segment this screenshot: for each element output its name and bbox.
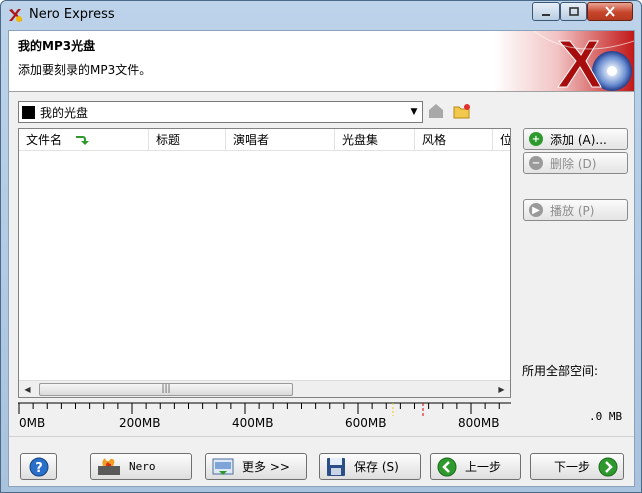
nero-app-icon: [9, 9, 22, 22]
svg-text:?: ?: [35, 461, 43, 476]
title-bar[interactable]: Nero Express: [1, 1, 641, 29]
bottom-toolbar: ? Nero 更多 >> 保存 (S) 上一步 下一步: [9, 436, 634, 486]
column-header-title[interactable]: 标题: [149, 129, 226, 151]
nero-express-window: Nero Express 我的MP3光盘 添加要刻录的MP3文件。 我的光盘 ▼…: [0, 0, 642, 493]
next-button[interactable]: 下一步: [530, 453, 624, 480]
play-icon: ▶: [529, 203, 543, 217]
up-folder-icon[interactable]: [427, 102, 445, 120]
new-folder-icon[interactable]: [453, 102, 471, 120]
column-header-position[interactable]: 位: [493, 129, 510, 151]
add-button[interactable]: + 添加 (A)...: [523, 128, 628, 150]
horizontal-scrollbar[interactable]: ◀ ||| ▶: [19, 380, 510, 397]
wizard-client-area: 我的MP3光盘 添加要刻录的MP3文件。 我的光盘 ▼ 文件名 标题 演唱者 光…: [8, 30, 635, 487]
maximize-button[interactable]: [560, 2, 587, 21]
help-icon: ?: [29, 457, 48, 476]
more-options-icon: [212, 458, 234, 475]
help-button[interactable]: ?: [20, 453, 57, 480]
back-button[interactable]: 上一步: [430, 453, 521, 480]
scroll-left-icon[interactable]: ◀: [19, 381, 36, 397]
sort-arrow-icon: [76, 136, 89, 145]
ruler-label-400mb: 400MB: [232, 416, 274, 430]
close-button[interactable]: [587, 2, 633, 21]
more-button[interactable]: 更多 >>: [205, 453, 307, 480]
scroll-right-icon[interactable]: ▶: [493, 381, 510, 397]
nero-button[interactable]: Nero: [90, 453, 192, 480]
ruler-ticks: [18, 402, 511, 416]
ruler-label-800mb: 800MB: [458, 416, 500, 430]
maximize-icon: [568, 6, 579, 16]
column-header-genre[interactable]: 风格: [415, 129, 493, 151]
wizard-header: 我的MP3光盘 添加要刻录的MP3文件。: [9, 31, 634, 92]
save-button[interactable]: 保存 (S): [319, 453, 421, 480]
ruler-label-600mb: 600MB: [345, 416, 387, 430]
minimize-icon: [542, 13, 550, 16]
capacity-ruler: 0MB 200MB 400MB 600MB 800MB: [18, 402, 511, 432]
disc-name-dropdown[interactable]: 我的光盘 ▼: [18, 101, 423, 123]
disc-color-swatch: [22, 105, 35, 119]
ruler-label-200mb: 200MB: [119, 416, 161, 430]
column-header-album[interactable]: 光盘集: [335, 129, 415, 151]
arrow-right-icon: [598, 457, 618, 476]
plus-icon: +: [529, 132, 543, 146]
play-button[interactable]: ▶ 播放 (P): [523, 199, 628, 221]
floppy-disk-icon: [327, 457, 345, 476]
close-icon: [605, 6, 615, 17]
column-header-filename[interactable]: 文件名: [19, 129, 149, 151]
minimize-button[interactable]: [532, 2, 560, 21]
disc-name-value: 我的光盘: [40, 105, 89, 120]
scroll-thumb[interactable]: |||: [39, 383, 293, 396]
arrow-left-icon: [437, 457, 457, 476]
page-title: 我的MP3光盘: [18, 39, 96, 53]
column-headers: 文件名 标题 演唱者 光盘集 风格 位: [19, 129, 510, 151]
ruler-label-0mb: 0MB: [19, 416, 46, 430]
space-used-value: .0 MB: [589, 410, 623, 423]
minus-icon: −: [529, 156, 543, 170]
column-header-artist[interactable]: 演唱者: [226, 129, 335, 151]
nero-logo: [494, 31, 634, 91]
file-list[interactable]: 文件名 标题 演唱者 光盘集 风格 位 ◀ ||| ▶: [18, 128, 511, 398]
page-subtitle: 添加要刻录的MP3文件。: [18, 63, 152, 77]
nero-burn-icon: [98, 457, 120, 475]
window-title: Nero Express: [29, 7, 115, 22]
delete-button[interactable]: − 删除 (D): [523, 152, 628, 174]
space-used-label: 所用全部空间:: [522, 364, 599, 378]
chevron-down-icon[interactable]: ▼: [406, 102, 422, 122]
